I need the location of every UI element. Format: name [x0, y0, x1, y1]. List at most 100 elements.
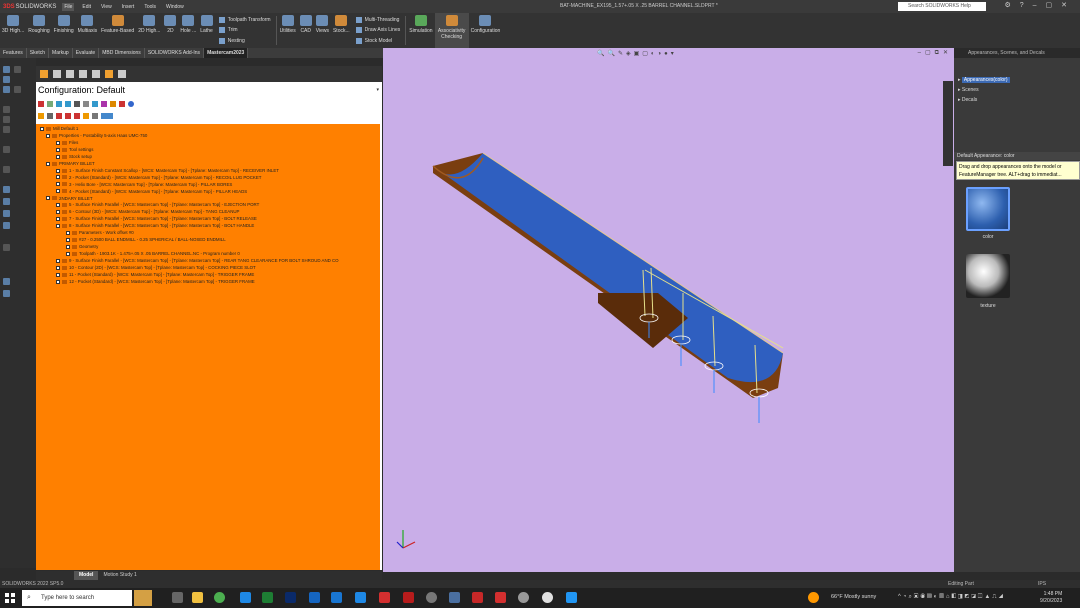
lock-icon[interactable]: [38, 113, 44, 119]
toolpath-tree-item[interactable]: PRIMARY BILLET: [46, 161, 95, 167]
toolpath-tree-item[interactable]: Files: [56, 140, 78, 146]
menu-file[interactable]: File: [62, 2, 75, 11]
ribbon-cad-button[interactable]: CAD: [298, 13, 314, 48]
menu-tools[interactable]: Tools: [142, 3, 158, 11]
simulate-icon[interactable]: [92, 101, 98, 107]
tool-icon[interactable]: [3, 222, 10, 229]
tool-icon[interactable]: [3, 198, 10, 205]
toolpath-tree-item[interactable]: 5 - Surface Finish Parallel - [WCS: Mast…: [56, 202, 259, 208]
dimxpert-tab-icon[interactable]: [79, 70, 87, 78]
units-label[interactable]: IPS: [1038, 580, 1046, 588]
app-icon[interactable]: [403, 592, 414, 603]
display-manager-tab-icon[interactable]: [92, 70, 100, 78]
toolpath-tree-item[interactable]: #27 - 0.2500 BALL ENDMILL - 0.25 SPHERIC…: [66, 237, 226, 243]
expand-toggle-icon[interactable]: [66, 244, 70, 249]
part-model[interactable]: [383, 48, 954, 572]
ribbon-associativity-button[interactable]: Associativity Checking: [434, 13, 469, 48]
only-selected-icon[interactable]: [92, 113, 98, 119]
menu-view[interactable]: View: [99, 3, 114, 11]
expand-toggle-icon[interactable]: [56, 182, 60, 187]
tool-icon[interactable]: [3, 146, 10, 153]
toolpath-tree-item[interactable]: 1 - Surface Finish Constant Scallop - [W…: [56, 168, 279, 174]
move-down-icon[interactable]: [56, 113, 62, 119]
tool-icon[interactable]: [3, 86, 10, 93]
expand-toggle-icon[interactable]: [56, 217, 60, 222]
tool-icon[interactable]: [3, 166, 10, 173]
tool-icon[interactable]: [3, 76, 10, 83]
mastercam-solids-tab-icon[interactable]: [118, 70, 126, 78]
app-icon[interactable]: [542, 592, 553, 603]
word-icon[interactable]: [355, 592, 366, 603]
tool-icon[interactable]: [3, 66, 10, 73]
expand-toggle-icon[interactable]: [56, 189, 60, 194]
ribbon-roughing-button[interactable]: Roughing: [26, 13, 51, 48]
chevron-down-icon[interactable]: ▾: [376, 87, 379, 93]
trim-button[interactable]: Trim: [218, 27, 271, 34]
tab-mbd-dimensions[interactable]: MBD Dimensions: [99, 48, 145, 58]
toolpath-tree-item[interactable]: Properties - Postability 5-axis Haas UMC…: [46, 133, 147, 139]
tab-markup[interactable]: Markup: [49, 48, 73, 58]
toolpath-tree-item[interactable]: Parameters - Work offset #0: [66, 230, 134, 236]
delete-icon[interactable]: [119, 101, 125, 107]
tool-icon[interactable]: [3, 244, 10, 251]
photoshop-icon[interactable]: [285, 592, 296, 603]
solidworks-icon[interactable]: [472, 592, 483, 603]
ribbon-hole-button[interactable]: Hole ...: [178, 13, 198, 48]
app-icon[interactable]: [518, 592, 529, 603]
toolpath-tree-item[interactable]: 4 - Pocket (Standard) - [WCS: Mastercam …: [56, 189, 247, 195]
ribbon-configuration-button[interactable]: Configuration: [469, 13, 503, 48]
graphics-viewport[interactable]: 🔍🔍✎◈▣▢◐◑●▾ –▢⧉✕: [383, 48, 954, 572]
toolpath-tree-item[interactable]: 3 - Helix Bore - [WCS: Mastercam Top] - …: [56, 182, 232, 188]
menu-insert[interactable]: Insert: [120, 3, 137, 11]
expand-toggle-icon[interactable]: [56, 272, 60, 277]
backplot-icon[interactable]: [74, 101, 80, 107]
toolpath-tree-item[interactable]: 7 - Surface Finish Parallel - [WCS: Mast…: [56, 216, 257, 222]
toolpath-tree-item[interactable]: 12 - Pocket (Standard) - [WCS: Mastercam…: [56, 279, 255, 285]
ribbon-finishing-button[interactable]: Finishing: [52, 13, 76, 48]
stock-model-button[interactable]: Stock Model: [355, 37, 401, 44]
tool-icon[interactable]: [3, 106, 10, 113]
expand-toggle-icon[interactable]: [56, 175, 60, 180]
toolpath-tree-item[interactable]: 8 - Surface Finish Parallel - [WCS: Mast…: [56, 223, 254, 229]
app-icon[interactable]: [449, 592, 460, 603]
toolpath-tree-item[interactable]: Stock setup: [56, 154, 92, 160]
expand-toggle-icon[interactable]: [56, 140, 60, 145]
expand-toggle-icon[interactable]: [56, 154, 60, 159]
toolpath-tree-item[interactable]: Geometry: [66, 244, 98, 250]
tool-icon[interactable]: [3, 116, 10, 123]
toolpath-tree-item[interactable]: 6 - Contour (3D) - [WCS: Mastercam Top] …: [56, 209, 239, 215]
toggle-display-icon[interactable]: [47, 113, 53, 119]
expand-toggle-icon[interactable]: [56, 265, 60, 270]
expand-toggle-icon[interactable]: [56, 279, 60, 284]
ribbon-3d-high-button[interactable]: 3D High...: [0, 13, 26, 48]
filezilla-icon[interactable]: [379, 592, 390, 603]
windows-start-icon[interactable]: [5, 593, 15, 603]
toolpath-tree-item[interactable]: 9 - Surface Finish Parallel - [WCS: Mast…: [56, 258, 339, 264]
select-all-icon[interactable]: [38, 101, 44, 107]
mastercam-toolpaths-tab-icon[interactable]: [105, 70, 113, 78]
expand-toggle-icon[interactable]: [56, 203, 60, 208]
tab-model[interactable]: Model: [74, 571, 99, 580]
draw-axis-lines-button[interactable]: Draw Axis Lines: [355, 27, 400, 34]
regenerate-dirty-icon[interactable]: [65, 101, 71, 107]
move-up-icon[interactable]: [65, 113, 71, 119]
toolpath-tree-item[interactable]: Tool settings: [56, 147, 93, 153]
expand-toggle-icon[interactable]: [40, 126, 44, 131]
expand-toggle-icon[interactable]: [46, 161, 50, 166]
excel-icon[interactable]: [262, 592, 273, 603]
toolpath-tree-item[interactable]: 10 - Contour (2D) - [WCS: Mastercam Top]…: [56, 265, 256, 271]
toolpath-tree-item[interactable]: Toolpath - 1903.1K - 1.475+.05 X .05 BAR…: [66, 251, 240, 257]
multi-threading-button[interactable]: Multi-Threading: [355, 17, 401, 24]
tool-icon[interactable]: [14, 66, 21, 73]
tool-icon[interactable]: [3, 290, 10, 297]
app-icon[interactable]: [495, 592, 506, 603]
app-icon[interactable]: [566, 592, 577, 603]
expand-toggle-icon[interactable]: [56, 168, 60, 173]
verify-icon[interactable]: [83, 101, 89, 107]
expand-toggle-icon[interactable]: [56, 147, 60, 152]
toolpath-transform-button[interactable]: Toolpath Transform: [218, 17, 271, 24]
ribbon-simulation-button[interactable]: Simulation: [407, 13, 434, 48]
ribbon-2d-high-button[interactable]: 2D High...: [136, 13, 162, 48]
ribbon-stock-button[interactable]: Stock...: [331, 13, 352, 48]
tool-icon[interactable]: [14, 86, 21, 93]
